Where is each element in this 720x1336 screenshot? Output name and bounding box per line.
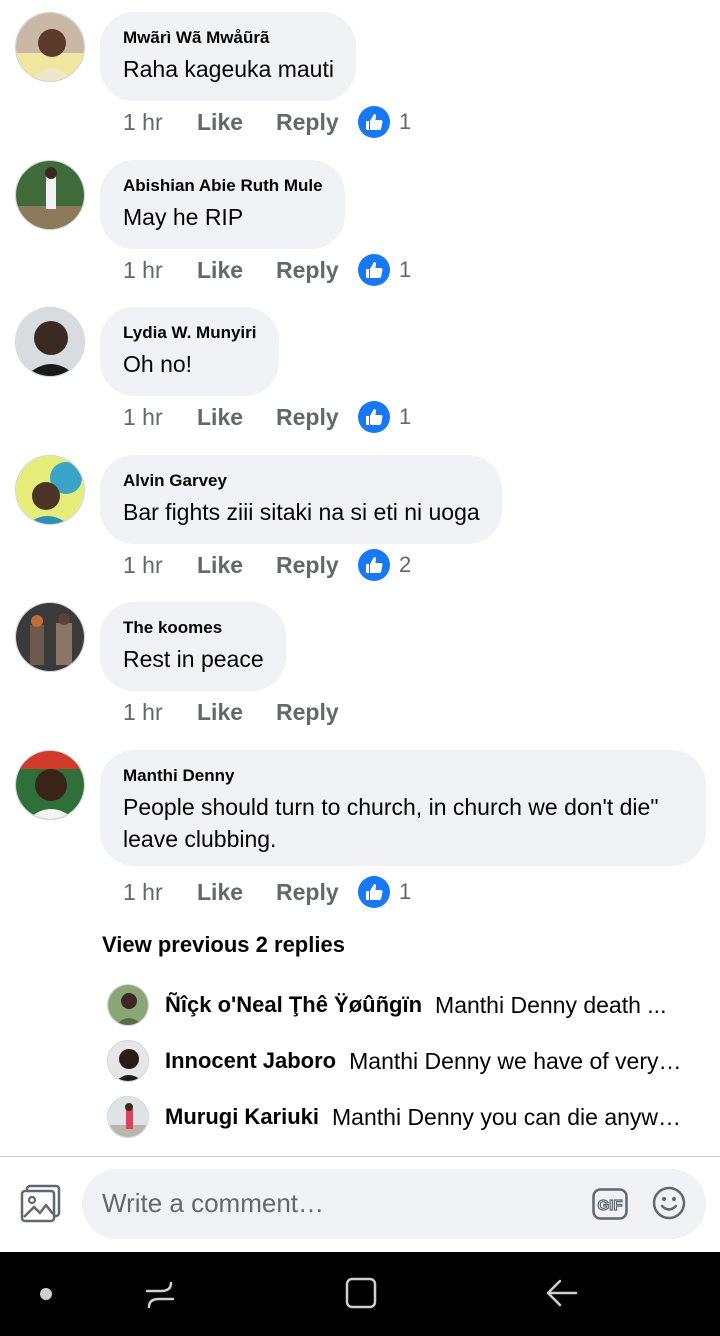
comment-actions: 1 hr Like Reply 1 xyxy=(123,400,411,434)
avatar[interactable] xyxy=(15,750,85,820)
thumbs-up-icon xyxy=(358,254,390,286)
like-button[interactable]: Like xyxy=(197,109,276,136)
comment-time[interactable]: 1 hr xyxy=(123,879,197,906)
reply-text: Manthi Denny death ... xyxy=(435,991,667,1018)
comment-bubble[interactable]: Abishian Abie Ruth Mule May he RIP xyxy=(100,160,345,249)
comment-time[interactable]: 1 hr xyxy=(123,699,197,726)
reaction-number: 1 xyxy=(399,879,412,904)
comment-actions: 1 hr Like Reply 1 xyxy=(123,253,411,287)
avatar[interactable] xyxy=(15,307,85,377)
avatar[interactable] xyxy=(15,602,85,672)
reply-button[interactable]: Reply xyxy=(276,552,358,579)
reaction-number: 2 xyxy=(399,552,412,577)
comment-time[interactable]: 1 hr xyxy=(123,257,197,284)
reply-button[interactable]: Reply xyxy=(276,109,358,136)
reaction-number: 1 xyxy=(399,109,412,134)
reply-preview[interactable]: Ñîçk o'Neal Ţhê Ÿøûñgïn Manthi Denny dea… xyxy=(107,983,687,1027)
reaction-count[interactable]: 1 xyxy=(358,401,411,433)
comment-input-placeholder: Write a comment… xyxy=(102,1188,325,1218)
reply-preview[interactable]: Innocent Jaboro Manthi Denny we have of … xyxy=(107,1039,687,1083)
like-button[interactable]: Like xyxy=(197,257,276,284)
avatar[interactable] xyxy=(15,455,85,525)
view-previous-replies-link[interactable]: View previous 2 replies xyxy=(102,932,345,958)
comment-actions: 1 hr Like Reply 1 xyxy=(123,105,411,139)
avatar[interactable] xyxy=(15,12,85,82)
comment-bubble[interactable]: Manthi Denny People should turn to churc… xyxy=(100,750,706,866)
comment-author[interactable]: Lydia W. Munyiri xyxy=(123,322,257,344)
comment-text: Oh no! xyxy=(123,351,193,377)
reply-button[interactable]: Reply xyxy=(276,699,358,726)
reply-preview[interactable]: Murugi Kariuki Manthi Denny you can die … xyxy=(107,1095,687,1139)
reaction-number: 1 xyxy=(399,257,412,282)
avatar[interactable] xyxy=(107,1096,149,1138)
like-button[interactable]: Like xyxy=(197,879,276,906)
comment-text-line: People should turn to church, in church … xyxy=(123,794,659,820)
avatar[interactable] xyxy=(107,984,149,1026)
comment-text: Raha kageuka mauti xyxy=(123,56,334,82)
comment-actions: 1 hr Like Reply 2 xyxy=(123,548,411,582)
photo-icon[interactable] xyxy=(20,1183,62,1223)
like-button[interactable]: Like xyxy=(197,552,276,579)
comment-input[interactable]: Write a comment… GIF xyxy=(82,1169,706,1239)
thumbs-up-icon xyxy=(358,876,390,908)
reply-author[interactable]: Ñîçk o'Neal Ţhê Ÿøûñgïn xyxy=(165,992,422,1018)
comment-time[interactable]: 1 hr xyxy=(123,109,197,136)
reply-button[interactable]: Reply xyxy=(276,404,358,431)
comment-author[interactable]: Abishian Abie Ruth Mule xyxy=(123,175,323,197)
comment-author[interactable]: Alvin Garvey xyxy=(123,470,480,492)
thumbs-up-icon xyxy=(358,401,390,433)
emoji-icon[interactable] xyxy=(652,1186,686,1220)
reaction-count[interactable]: 2 xyxy=(358,549,411,581)
comment-author[interactable]: The koomes xyxy=(123,617,264,639)
system-navigation-bar xyxy=(0,1252,720,1336)
thumbs-up-icon xyxy=(358,106,390,138)
reply-text: Manthi Denny we have of very bad habits xyxy=(349,1047,687,1074)
comment-composer: Write a comment… GIF xyxy=(0,1157,720,1252)
avatar[interactable] xyxy=(107,1040,149,1082)
reply-author[interactable]: Murugi Kariuki xyxy=(165,1104,319,1130)
comment-author[interactable]: Manthi Denny xyxy=(123,765,684,787)
comment-bubble[interactable]: Lydia W. Munyiri Oh no! xyxy=(100,307,279,396)
comment-bubble[interactable]: The koomes Rest in peace xyxy=(100,602,286,691)
home-icon[interactable] xyxy=(344,1276,378,1310)
gif-label: GIF xyxy=(598,1197,623,1214)
back-icon[interactable] xyxy=(544,1276,580,1310)
comment-time[interactable]: 1 hr xyxy=(123,552,197,579)
reply-button[interactable]: Reply xyxy=(276,879,358,906)
reply-text: Manthi Denny you can die anywhere xyxy=(332,1103,687,1130)
comment-bubble[interactable]: Mwãrì Wã Mwåũrã Raha kageuka mauti xyxy=(100,12,356,101)
recent-apps-icon[interactable] xyxy=(143,1277,177,1311)
like-button[interactable]: Like xyxy=(197,699,276,726)
reply-button[interactable]: Reply xyxy=(276,257,358,284)
nav-dot-icon[interactable] xyxy=(40,1288,52,1300)
comment-bubble[interactable]: Alvin Garvey Bar fights ziii sitaki na s… xyxy=(100,455,502,544)
like-button[interactable]: Like xyxy=(197,404,276,431)
comment-actions: 1 hr Like Reply xyxy=(123,695,358,729)
comment-text: May he RIP xyxy=(123,204,244,230)
reply-author[interactable]: Innocent Jaboro xyxy=(165,1048,336,1074)
reaction-count[interactable]: 1 xyxy=(358,106,411,138)
avatar[interactable] xyxy=(15,160,85,230)
comment-author[interactable]: Mwãrì Wã Mwåũrã xyxy=(123,27,334,49)
thumbs-up-icon xyxy=(358,549,390,581)
gif-icon[interactable]: GIF xyxy=(592,1188,628,1220)
comment-text: Rest in peace xyxy=(123,646,264,672)
comment-text-line: leave clubbing. xyxy=(123,826,277,852)
reaction-number: 1 xyxy=(399,404,412,429)
reaction-count[interactable]: 1 xyxy=(358,254,411,286)
comment-text: Bar fights ziii sitaki na si eti ni uoga xyxy=(123,499,480,525)
comment-actions: 1 hr Like Reply 1 xyxy=(123,875,411,909)
comment-time[interactable]: 1 hr xyxy=(123,404,197,431)
reaction-count[interactable]: 1 xyxy=(358,876,411,908)
